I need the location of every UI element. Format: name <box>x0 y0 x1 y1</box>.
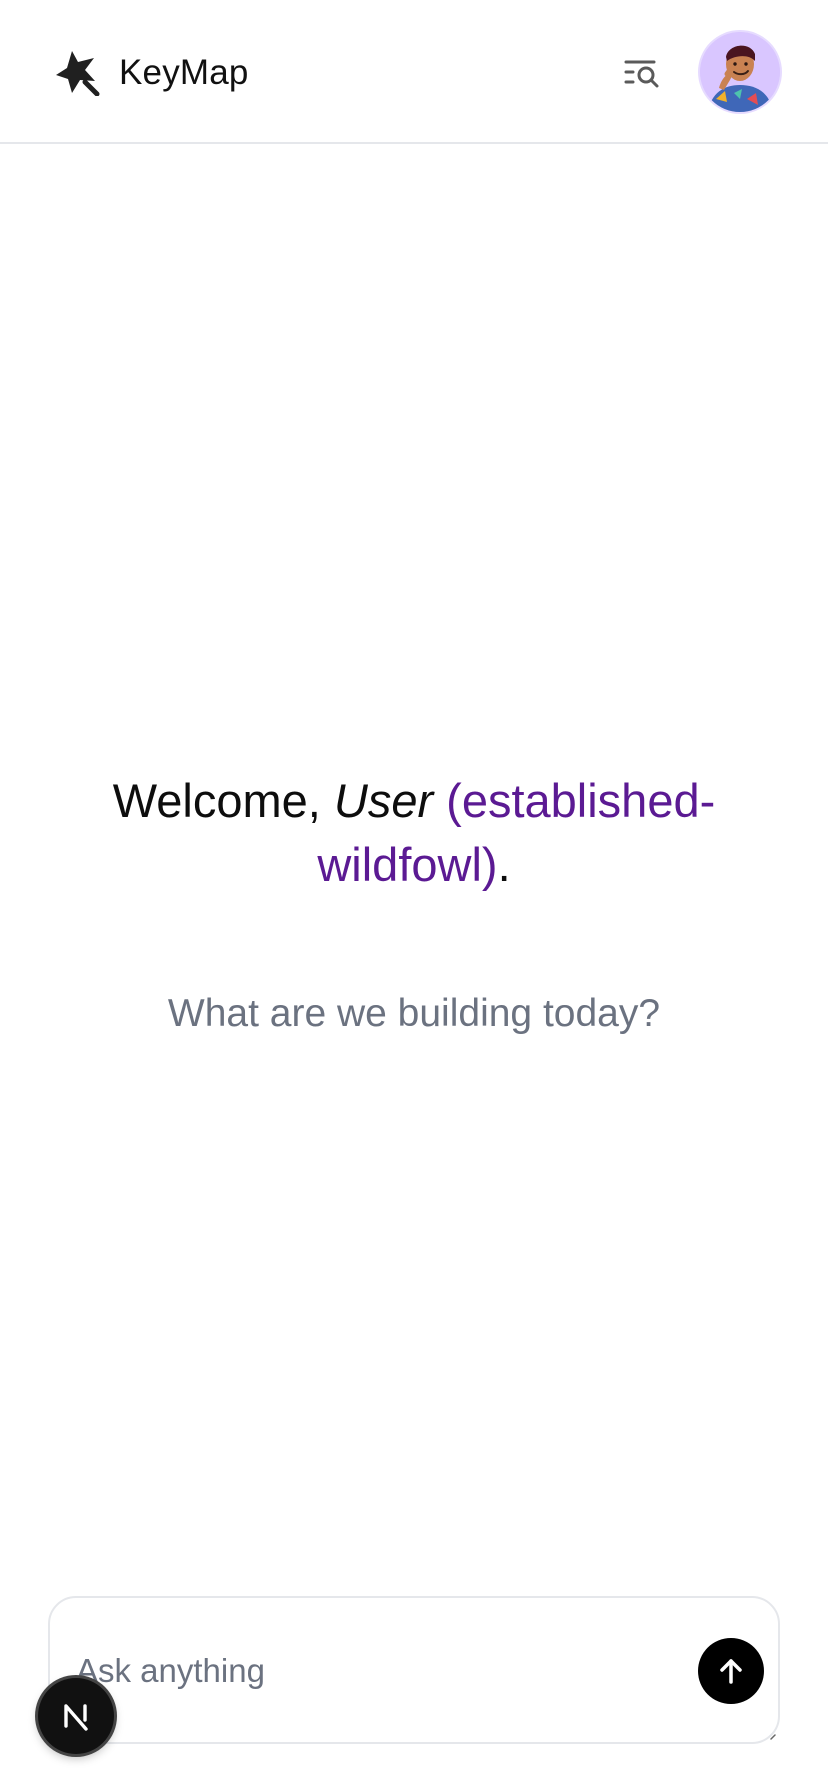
brand[interactable]: KeyMap <box>55 48 249 96</box>
welcome-heading: Welcome, User (established-wildfowl). <box>70 769 758 897</box>
nextjs-dev-badge[interactable] <box>38 1678 114 1754</box>
welcome-subtitle: What are we building today? <box>167 992 661 1035</box>
chat-composer <box>48 1596 780 1744</box>
list-search-icon <box>624 60 659 88</box>
app-page: KeyMap Welcome, User (established-wildfo… <box>0 0 828 1792</box>
ask-input[interactable] <box>74 1638 658 1704</box>
app-title: KeyMap <box>119 52 249 92</box>
user-avatar-button[interactable] <box>700 32 780 112</box>
user-label: User <box>333 774 434 828</box>
send-button[interactable] <box>698 1638 764 1704</box>
top-bar: KeyMap <box>0 0 828 144</box>
star-sparkle-logo-icon <box>56 51 100 96</box>
welcome-prefix: Welcome, <box>112 774 334 828</box>
resize-handle-icon[interactable] <box>770 1734 776 1740</box>
search-history-button[interactable] <box>620 53 666 93</box>
arrow-up-icon <box>720 1659 742 1684</box>
welcome-punctuation: . <box>497 838 511 892</box>
user-avatar-illustration <box>700 32 780 112</box>
nextjs-logo-icon <box>64 1704 88 1731</box>
